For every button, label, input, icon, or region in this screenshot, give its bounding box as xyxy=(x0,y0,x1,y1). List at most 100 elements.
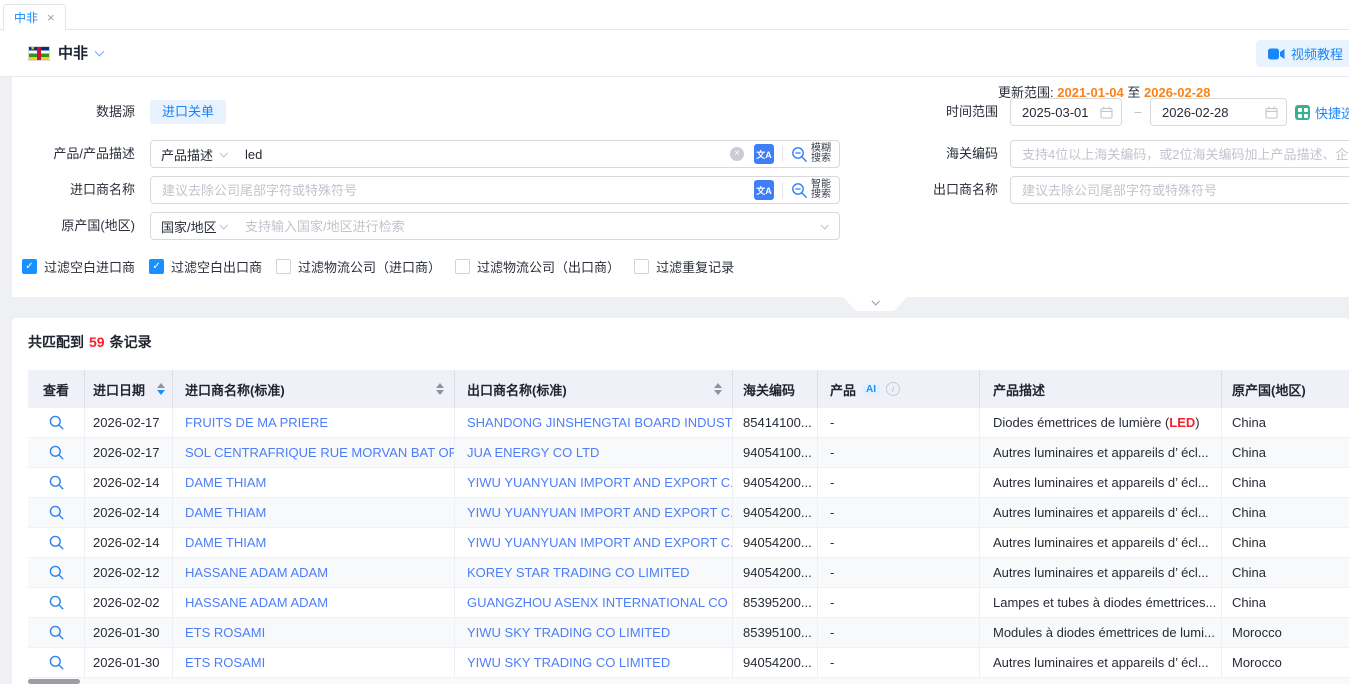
origin-country-cell: Morocco xyxy=(1222,648,1349,677)
description-cell: Autres luminaires et appareils d’ écl... xyxy=(980,438,1222,467)
table-row: 2026-02-02 HASSANE ADAM ADAM GUANGZHOU A… xyxy=(28,588,1349,618)
importer-link[interactable]: HASSANE ADAM ADAM xyxy=(173,558,455,587)
importer-search-field[interactable]: 文A 智能 搜索 xyxy=(150,176,840,204)
calendar-icon[interactable] xyxy=(1100,106,1113,119)
filter-checkbox[interactable]: 过滤重复记录 xyxy=(634,257,734,276)
table-row: 2026-02-14 DAME THIAM YIWU YUANYUAN IMPO… xyxy=(28,498,1349,528)
checkbox-icon[interactable] xyxy=(276,259,291,274)
sort-icon[interactable] xyxy=(714,383,722,395)
exporter-label: 出口商名称 xyxy=(916,176,998,204)
time-range-label: 时间范围 xyxy=(916,98,998,126)
import-date-cell: 2026-02-17 xyxy=(85,438,173,467)
view-cell xyxy=(28,588,85,617)
product-search-field[interactable]: × 文A 模糊 搜索 xyxy=(234,140,840,168)
date-end-input[interactable] xyxy=(1151,105,1265,120)
search-icon xyxy=(791,182,808,199)
exporter-field[interactable] xyxy=(1010,176,1349,204)
sort-icon[interactable] xyxy=(436,383,444,395)
column-header-product: 产品 AI i xyxy=(818,370,980,408)
video-tutorial-label: 视频教程 xyxy=(1291,44,1343,63)
importer-link[interactable]: DAME THIAM xyxy=(173,528,455,557)
hs-code-input[interactable] xyxy=(1011,147,1349,162)
datasource-import-declaration-button[interactable]: 进口关单 xyxy=(150,100,226,124)
smart-search-button[interactable]: 智能 搜索 xyxy=(791,180,839,200)
exporter-link[interactable]: GUANGZHOU ASENX INTERNATIONAL CO ... xyxy=(455,588,733,617)
magnifier-icon xyxy=(49,505,64,520)
fuzzy-search-button[interactable]: 模糊 搜索 xyxy=(791,144,839,164)
filter-checkbox[interactable]: ✓ 过滤空白出口商 xyxy=(149,257,262,276)
description-cell: Autres luminaires et appareils d’ écl... xyxy=(980,648,1222,677)
view-detail-button[interactable] xyxy=(49,475,64,490)
importer-link[interactable]: SOL CENTRAFRIQUE RUE MORVAN BAT OF... xyxy=(173,438,455,467)
country-selector[interactable]: 中非 xyxy=(58,42,88,63)
checkbox-icon[interactable]: ✓ xyxy=(149,259,164,274)
date-start-field[interactable] xyxy=(1010,98,1122,126)
description-cell: Autres luminaires et appareils d’ écl... xyxy=(980,498,1222,527)
view-detail-button[interactable] xyxy=(49,535,64,550)
date-start-input[interactable] xyxy=(1011,105,1100,120)
importer-link[interactable]: ETS ROSAMI xyxy=(173,618,455,647)
exporter-link[interactable]: KOREY STAR TRADING CO LIMITED xyxy=(455,558,733,587)
exporter-link[interactable]: SHANDONG JINSHENGTAI BOARD INDUST... xyxy=(455,408,733,437)
date-end-field[interactable] xyxy=(1150,98,1287,126)
info-icon[interactable]: i xyxy=(886,382,900,396)
exporter-link[interactable]: YIWU YUANYUAN IMPORT AND EXPORT C... xyxy=(455,498,733,527)
collapse-filters-button[interactable] xyxy=(843,297,907,311)
origin-search-field[interactable] xyxy=(234,212,840,240)
chevron-down-icon xyxy=(871,297,879,305)
checkbox-icon[interactable]: ✓ xyxy=(22,259,37,274)
checkbox-icon[interactable] xyxy=(634,259,649,274)
checkbox-icon[interactable] xyxy=(455,259,470,274)
calendar-icon[interactable] xyxy=(1265,106,1278,119)
magnifier-icon xyxy=(49,625,64,640)
filter-checkbox[interactable]: 过滤物流公司（进口商） xyxy=(276,257,441,276)
exporter-link[interactable]: JUA ENERGY CO LTD xyxy=(455,438,733,467)
filter-checkbox[interactable]: ✓ 过滤空白进口商 xyxy=(22,257,135,276)
filter-checkbox[interactable]: 过滤物流公司（出口商） xyxy=(455,257,620,276)
product-cell: - xyxy=(818,528,980,557)
translate-icon[interactable]: 文A xyxy=(754,180,774,200)
hs-code-field[interactable] xyxy=(1010,140,1349,168)
import-date-cell: 2026-02-17 xyxy=(85,408,173,437)
hs-code-cell: 85395200... xyxy=(733,588,818,617)
origin-search-input[interactable] xyxy=(234,219,821,234)
exporter-link[interactable]: YIWU SKY TRADING CO LIMITED xyxy=(455,648,733,677)
partial-next-row xyxy=(28,678,1349,684)
exporter-link[interactable]: YIWU SKY TRADING CO LIMITED xyxy=(455,618,733,647)
clear-input-icon[interactable]: × xyxy=(730,147,744,161)
importer-link[interactable]: DAME THIAM xyxy=(173,498,455,527)
tab-close-icon[interactable]: × xyxy=(47,11,55,24)
origin-type-select[interactable]: 国家/地区 xyxy=(150,212,235,240)
view-detail-button[interactable] xyxy=(49,415,64,430)
import-date-cell: 2026-02-12 xyxy=(85,558,173,587)
origin-label: 原产国(地区) xyxy=(32,212,135,240)
column-header-exporter[interactable]: 出口商名称(标准) xyxy=(455,370,733,408)
chevron-down-icon[interactable] xyxy=(95,47,105,57)
exporter-link[interactable]: YIWU YUANYUAN IMPORT AND EXPORT C... xyxy=(455,528,733,557)
sort-icon[interactable] xyxy=(157,383,165,395)
importer-link[interactable]: DAME THIAM xyxy=(173,468,455,497)
video-tutorial-button[interactable]: 视频教程 xyxy=(1256,40,1349,67)
view-detail-button[interactable] xyxy=(49,565,64,580)
quick-select-button[interactable]: 快捷选择 xyxy=(1295,103,1349,122)
exporter-link[interactable]: YIWU YUANYUAN IMPORT AND EXPORT C... xyxy=(455,468,733,497)
view-detail-button[interactable] xyxy=(49,445,64,460)
product-type-select[interactable]: 产品描述 xyxy=(150,140,235,168)
importer-search-input[interactable] xyxy=(151,183,754,198)
product-cell: - xyxy=(818,558,980,587)
origin-country-cell: China xyxy=(1222,468,1349,497)
view-detail-button[interactable] xyxy=(49,625,64,640)
product-search-input[interactable] xyxy=(234,147,730,162)
importer-link[interactable]: HASSANE ADAM ADAM xyxy=(173,588,455,617)
exporter-input[interactable] xyxy=(1011,183,1349,198)
column-header-import-date[interactable]: 进口日期 xyxy=(85,370,173,408)
view-detail-button[interactable] xyxy=(49,655,64,670)
view-detail-button[interactable] xyxy=(49,595,64,610)
tab-zhongfei[interactable]: 中非 × xyxy=(3,4,66,30)
importer-link[interactable]: FRUITS DE MA PRIERE xyxy=(173,408,455,437)
horizontal-scrollbar-thumb[interactable] xyxy=(28,679,80,684)
translate-icon[interactable]: 文A xyxy=(754,144,774,164)
importer-link[interactable]: ETS ROSAMI xyxy=(173,648,455,677)
column-header-importer[interactable]: 进口商名称(标准) xyxy=(173,370,455,408)
view-detail-button[interactable] xyxy=(49,505,64,520)
